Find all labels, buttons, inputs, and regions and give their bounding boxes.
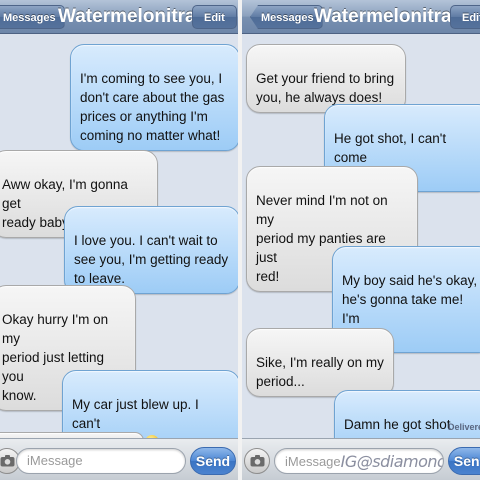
send-button[interactable]: Send: [448, 447, 480, 475]
delivered-status: Delivered: [448, 422, 480, 432]
message-composer: iMessage Send: [0, 438, 238, 480]
message-bubble-sent[interactable]: I love you. I can't wait to see you, I'm…: [64, 206, 238, 294]
navigation-bar: Messages Watermelonitra Edit: [0, 0, 238, 34]
navigation-bar: Messages Watermelonitra Edit: [242, 0, 480, 34]
camera-button[interactable]: [244, 448, 270, 474]
input-placeholder: iMessage: [285, 454, 341, 469]
contact-title: Watermelonitra: [314, 6, 452, 27]
contact-title: Watermelonitra: [58, 6, 196, 27]
imessage-input[interactable]: iMessageIG@sdiamond97: [274, 448, 444, 474]
messages-back-button[interactable]: Messages: [0, 5, 65, 29]
edit-button[interactable]: Edit: [192, 5, 237, 29]
message-text: Get your friend to bring you, he always …: [256, 71, 395, 105]
message-bubble-received[interactable]: Get your friend to bring you, he always …: [246, 44, 406, 113]
send-button[interactable]: Send: [190, 447, 236, 475]
message-text: I'm coming to see you, I don't care abou…: [80, 71, 225, 143]
camera-icon: [250, 455, 265, 467]
message-text: I love you. I can't wait to see you, I'm…: [74, 233, 229, 286]
edit-button[interactable]: Edit: [450, 5, 480, 29]
imessage-input[interactable]: iMessage: [16, 448, 186, 474]
conversation-right: Messages Watermelonitra Edit Get your fr…: [242, 0, 480, 480]
message-composer: iMessageIG@sdiamond97 Send: [242, 438, 480, 480]
messages-back-button[interactable]: Messages: [250, 5, 323, 29]
conversation-left: Messages Watermelonitra Edit I'm coming …: [0, 0, 238, 480]
watermark-text: IG@sdiamond97: [340, 452, 443, 471]
message-bubble-sent[interactable]: I'm coming to see you, I don't care abou…: [70, 44, 238, 151]
message-text: Sike, I'm really on my period...: [256, 355, 384, 389]
message-bubble-received[interactable]: Sike, I'm really on my period...: [246, 328, 394, 397]
camera-icon: [0, 455, 15, 467]
